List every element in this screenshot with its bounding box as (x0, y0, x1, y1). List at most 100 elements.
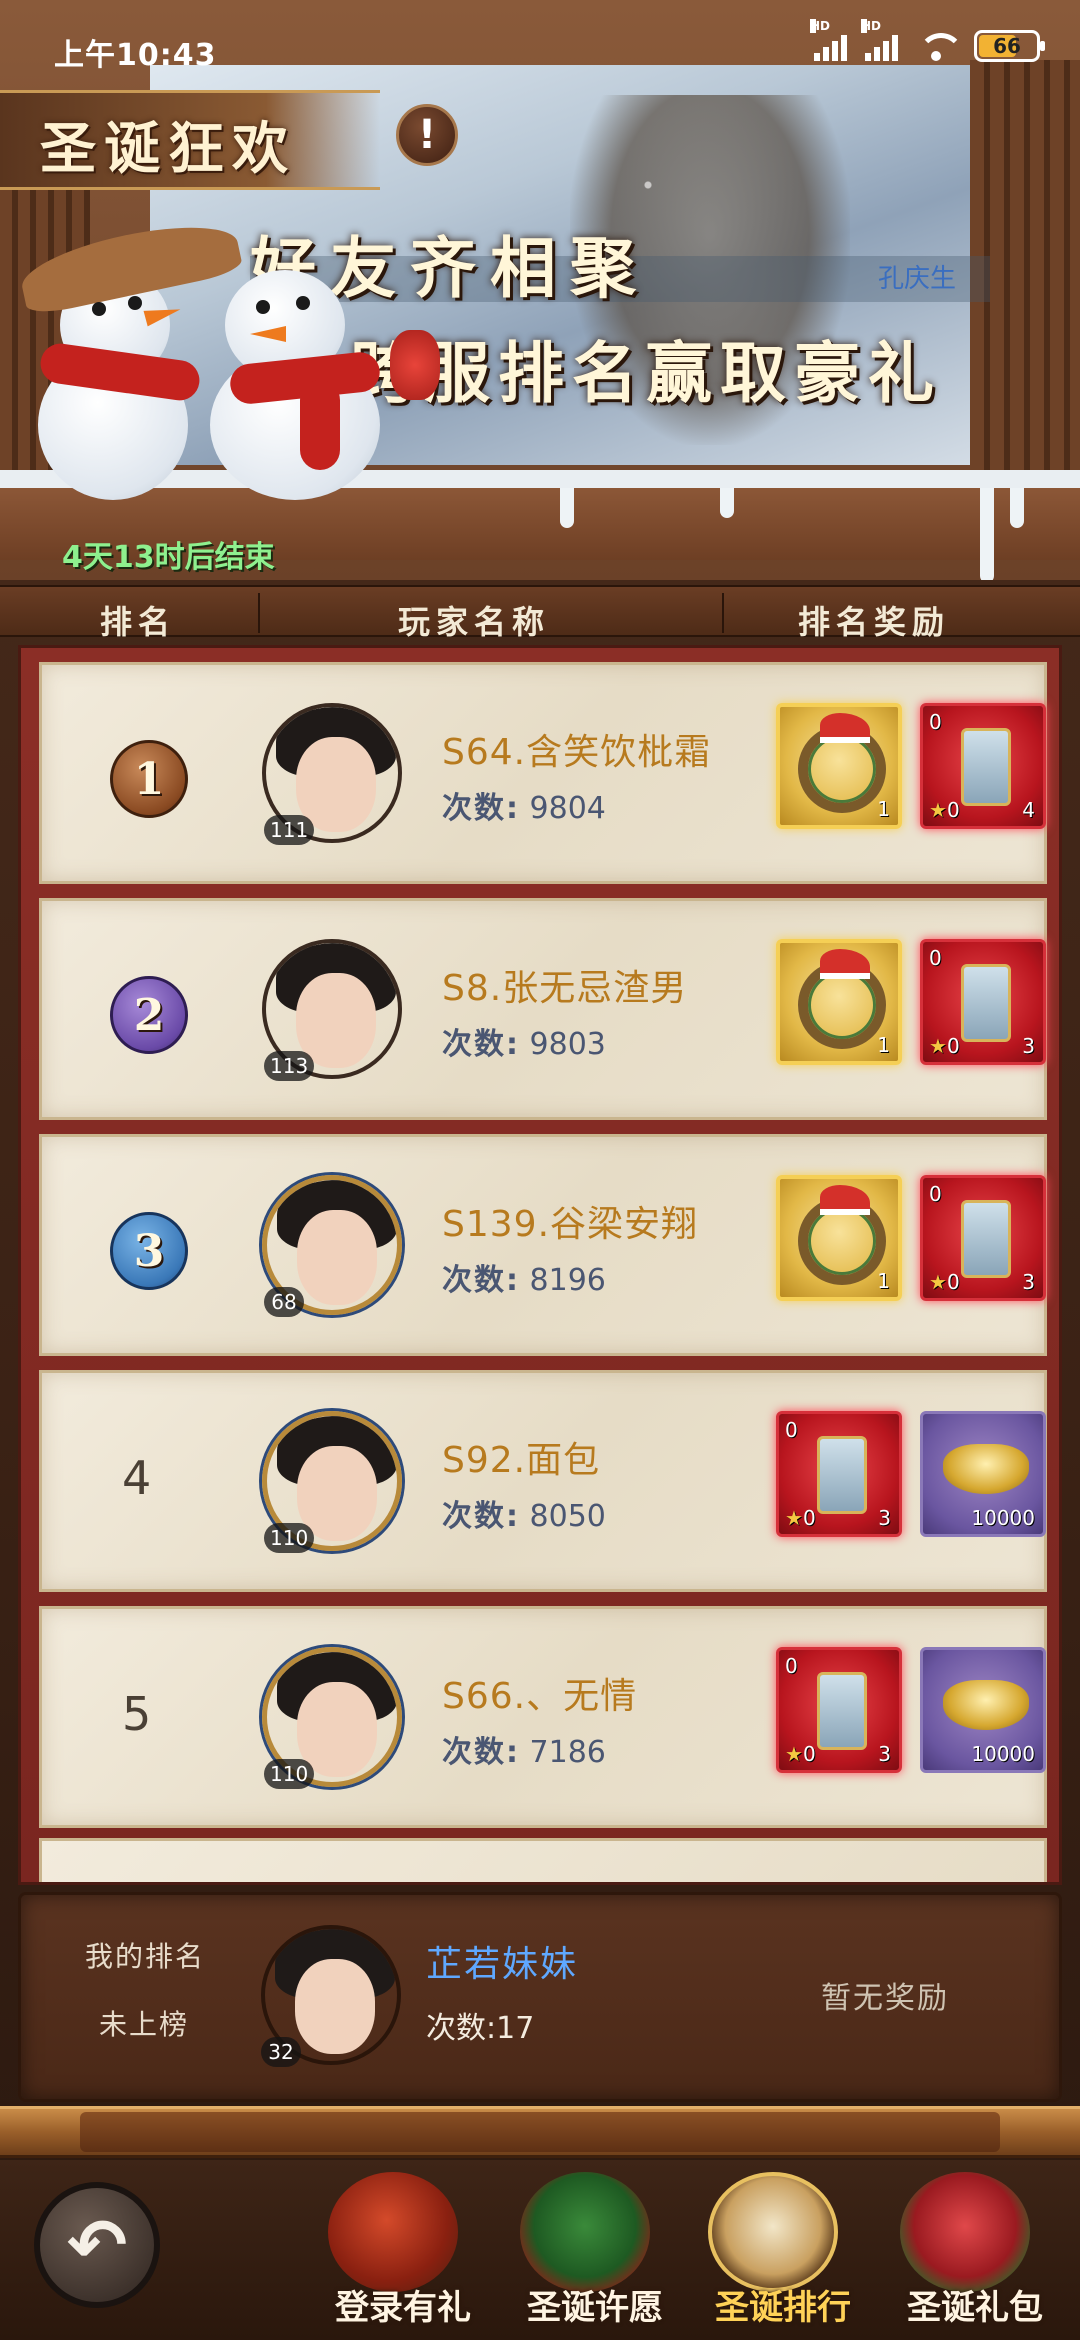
column-rank: 排名 (100, 603, 177, 641)
reward-stars: ★0 (785, 1742, 816, 1766)
gift-box-icon (900, 2172, 1030, 2292)
player-name: S64.含笑饮枇霜 (442, 732, 712, 773)
level-badge: 113 (264, 1051, 315, 1081)
battery-icon: 66 (974, 30, 1045, 62)
reward-item[interactable]: 10000 (920, 1411, 1046, 1537)
signal-icon: HD (861, 19, 898, 61)
gold-ingot-icon (943, 1680, 1029, 1730)
battery-level: 66 (993, 34, 1021, 58)
level-badge: 110 (264, 1523, 315, 1553)
snowman-eye (92, 302, 106, 316)
info-button[interactable]: ! (396, 104, 458, 166)
count-label: 次数: (442, 791, 520, 826)
my-rank-panel: 我的排名 未上榜 32 芷若妹妹 次数:17 暂无奖励 (18, 1892, 1062, 2102)
reward-item[interactable]: 0 ★0 3 (776, 1411, 902, 1537)
reward-item[interactable]: 1 (776, 703, 902, 829)
rank-number: 4 (122, 1451, 152, 1505)
list-item[interactable]: 1 111 S64.含笑饮枇霜 次数: 9804 1 0 ★0 4 (39, 662, 1047, 884)
rank-medal-icon: 1 (110, 740, 188, 818)
reward-qty: 3 (1022, 1034, 1035, 1058)
icicle (1010, 488, 1024, 528)
reward-item[interactable]: 0 ★0 3 (776, 1647, 902, 1773)
list-item[interactable]: 2 113 S8.张无忌渣男 次数: 9803 1 0 ★0 3 (39, 898, 1047, 1120)
tab-christmas-pack[interactable]: 圣诞礼包 (880, 2168, 1050, 2338)
play-count: 次数: 8196 (442, 1255, 606, 1299)
scroll-icon (817, 1436, 867, 1514)
reward-star-count: 0 (946, 1034, 960, 1058)
my-rank-status: 未上榜 (99, 2008, 190, 2041)
reward-item[interactable]: 1 (776, 1175, 902, 1301)
tab-christmas-wish[interactable]: 圣诞许愿 (500, 2168, 670, 2338)
icicle (560, 488, 574, 528)
reward-tag: 0 (929, 946, 942, 970)
column-divider (258, 593, 260, 633)
count-label: 次数: (442, 1735, 520, 1770)
player-name: S66.、无情 (442, 1676, 638, 1717)
count-value: 8196 (529, 1263, 606, 1298)
player-name: S139.谷梁安翔 (442, 1204, 699, 1245)
player-name: S8.张无忌渣男 (442, 968, 688, 1009)
reward-qty: 1 (877, 1033, 890, 1057)
scroll-icon (961, 728, 1011, 806)
tab-label: 圣诞礼包 (907, 2288, 1043, 2328)
reward-item[interactable]: 0 ★0 3 (920, 939, 1046, 1065)
reward-qty: 3 (1022, 1270, 1035, 1294)
gift-bag-icon (328, 2172, 458, 2292)
count-value: 9804 (529, 791, 606, 826)
star-icon: ★ (929, 1270, 947, 1294)
star-icon: ★ (929, 1034, 947, 1058)
my-reward-text: 暂无奖励 (821, 1981, 949, 2016)
event-countdown: 4天13时后结束 (62, 540, 275, 575)
back-button[interactable]: ↶ (34, 2182, 160, 2308)
my-rank-label: 我的排名 (85, 1940, 206, 1973)
tab-christmas-ranking[interactable]: 圣诞排行 (688, 2168, 858, 2338)
play-count: 次数: 9804 (442, 783, 606, 827)
star-icon: ★ (929, 798, 947, 822)
santa-hat-icon (820, 713, 870, 743)
reward-stars: ★0 (785, 1506, 816, 1530)
column-divider (722, 593, 724, 633)
count-value: 8050 (529, 1499, 606, 1534)
app-root: 孔庆生 好友齐相聚 跨服排名赢取豪礼 圣诞狂欢 ! 4天13时后结束 上午10:… (0, 0, 1080, 2340)
status-icons: HD HD 66 (810, 19, 1045, 62)
reward-qty: 4 (1022, 798, 1035, 822)
rank-number: 5 (122, 1687, 152, 1741)
ranking-list[interactable]: 5 110 S66.、无情 次数: 7186 0 ★0 3 10000 4 11… (18, 645, 1062, 1885)
reward-qty: 3 (878, 1506, 891, 1530)
star-icon: ★ (785, 1742, 803, 1766)
count-label: 次数: (442, 1027, 520, 1062)
tab-login-gift[interactable]: 登录有礼 (308, 2168, 478, 2338)
list-item[interactable]: 4 110 S92.面包 次数: 8050 0 ★0 3 10000 (39, 1370, 1047, 1592)
reward-tag: 0 (785, 1654, 798, 1678)
reward-tag: 0 (929, 1182, 942, 1206)
column-reward: 排名奖励 (798, 603, 951, 641)
play-count: 次数: 8050 (442, 1491, 606, 1535)
reward-star-count: 0 (802, 1742, 816, 1766)
list-item[interactable]: 3 68 S139.谷梁安翔 次数: 8196 1 0 ★0 3 (39, 1134, 1047, 1356)
count-value: 9803 (529, 1027, 606, 1062)
reward-item[interactable]: 0 ★0 4 (920, 703, 1046, 829)
ranking-board-icon (708, 2172, 838, 2292)
snowman-eye (296, 296, 310, 310)
list-item-partial (39, 1838, 1047, 1882)
reward-stars: ★0 (929, 798, 960, 822)
reward-star-count: 0 (946, 798, 960, 822)
count-label: 次数: (442, 1499, 520, 1534)
reward-qty: 3 (878, 1742, 891, 1766)
list-item[interactable]: 5 110 S66.、无情 次数: 7186 0 ★0 3 10000 (39, 1606, 1047, 1828)
santa-hat-icon (820, 949, 870, 979)
count-label: 次数: (442, 1263, 520, 1298)
reward-qty: 10000 (971, 1506, 1035, 1530)
scroll-icon (961, 964, 1011, 1042)
reward-item[interactable]: 10000 (920, 1647, 1046, 1773)
reward-qty: 10000 (971, 1742, 1035, 1766)
snowman-eye (256, 300, 270, 314)
back-arrow-icon: ↶ (66, 2203, 128, 2287)
reward-item[interactable]: 0 ★0 3 (920, 1175, 1046, 1301)
reward-tag: 0 (785, 1418, 798, 1442)
reward-item[interactable]: 1 (776, 939, 902, 1065)
tab-label: 圣诞许愿 (527, 2288, 663, 2328)
reward-star-count: 0 (946, 1270, 960, 1294)
status-bar: 上午10:43 HD HD 66 (0, 0, 1080, 100)
gold-ingot-icon (943, 1444, 1029, 1494)
